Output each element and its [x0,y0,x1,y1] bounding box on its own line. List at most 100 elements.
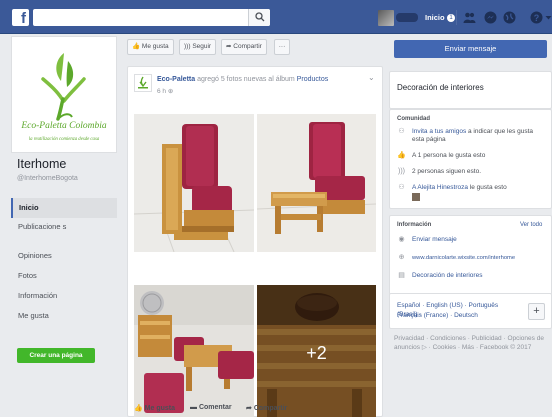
post-like-label: Me gusta [144,405,176,412]
globe-notifications-icon[interactable] [503,11,516,24]
post-like-button[interactable]: 👍 Me gusta [134,404,175,412]
see-all-link[interactable]: Ver todo [520,222,542,228]
post-author-avatar[interactable] [134,74,152,92]
post-comment-label: Comentar [198,404,232,411]
search-input[interactable] [33,9,270,26]
friend-likes-text: le gusta esto [468,184,507,191]
account-menu-icon[interactable] [545,11,552,24]
thumb-icon: 👍 [397,152,406,159]
post-timestamp[interactable]: 6 h ⊕ [157,87,173,95]
create-page-button[interactable]: Crear una página [17,348,95,363]
left-column: Eco-Paletta Colombia la reutilización co… [11,36,117,417]
more-photos-count: +2 [306,343,327,363]
community-row-invite: ⚇ Invita a tus amigos a indicar que les … [397,128,547,146]
thumb-icon: 👍 [134,405,143,412]
page-handle[interactable]: @InterhomeBogota [17,175,78,182]
invite-icon: ⚇ [398,128,405,135]
info-send-message-link[interactable]: Enviar mensaje [412,236,547,244]
timeline-column: 👍 Me gusta ))) Seguir ➦ Compartir ··· Ec… [123,36,383,417]
right-column: Enviar mensaje Decoración de interiores … [389,36,552,417]
category-link[interactable]: Decoración de interiores [412,272,547,280]
category-card: Decoración de interiores [389,71,552,109]
like-label: Me gusta [141,43,169,50]
send-message-button[interactable]: Enviar mensaje [394,40,547,58]
likes-count-text[interactable]: A 1 persona le gusta esto [412,152,547,160]
post-actions-bar: 👍 Me gusta ▬ Comentar ➦ Compartir [134,404,378,416]
tag-icon: ▤ [398,272,405,279]
more-button[interactable]: ··· [274,39,290,55]
globe-icon: ⊕ [398,254,405,261]
community-row-friend: ⚇ A Alejita Hinestroza le gusta esto [397,184,547,202]
post-card: Eco-Paletta agregó 5 fotos nuevas al álb… [127,66,383,417]
post-options-chevron-icon[interactable]: ⌄ [368,73,375,82]
post-header-text: Eco-Paletta agregó 5 fotos nuevas al álb… [157,75,372,84]
nav-item-inicio[interactable]: Inicio [11,198,117,218]
home-link[interactable]: Inicio [425,13,445,22]
post-author-link[interactable]: Eco-Paletta [157,76,195,83]
more-photos-overlay[interactable]: +2 [257,285,376,417]
comment-icon: ▬ [190,404,197,411]
friends-icon: ⚇ [398,184,405,191]
album-link[interactable]: Productos [297,76,329,83]
rss-icon: ))) [184,43,191,50]
user-name[interactable] [396,13,418,22]
friend-requests-icon[interactable] [463,11,476,24]
community-card: Comunidad ⚇ Invita a tus amigos a indica… [389,109,552,209]
messages-icon[interactable] [484,11,497,24]
rss-icon: ))) [398,168,405,175]
help-icon[interactable]: ? [530,11,543,24]
invite-friends-link[interactable]: Invita a tus amigos [412,128,466,135]
search-icon [255,12,265,22]
friend-avatar[interactable] [412,193,420,201]
eco-paletta-avatar-logo [138,76,148,89]
post-comment-button[interactable]: ▬ Comentar [190,404,232,411]
search-button[interactable] [248,9,270,26]
home-count-badge: 1 [447,14,455,22]
follow-button[interactable]: ))) Seguir [179,39,217,55]
page-category: Decoración de interiores [397,83,484,92]
table-cushions-photo [134,285,254,417]
page-action-bar: 👍 Me gusta ))) Seguir ➦ Compartir ··· [127,36,383,58]
share-icon: ➦ [246,405,252,412]
post-share-button[interactable]: ➦ Compartir [246,404,287,412]
language-links-line-2[interactable]: Français (France) · Deutsch [397,311,517,320]
thumb-icon: 👍 [132,43,141,50]
logo-tagline: la reutilización comienza desde casa [28,137,100,142]
post-photo-3[interactable] [134,285,254,417]
post-share-label: Compartir [253,405,288,412]
logo-title: Eco-Paletta Colombia [21,121,107,131]
page-navigation: Inicio Publicacione s Opiniones Fotos In… [11,198,117,326]
nav-item-informacion[interactable]: Información [11,286,117,306]
followers-count-text[interactable]: 2 personas siguen esto. [412,168,547,176]
post-photo-4[interactable]: +2 [257,285,376,417]
globe-icon: ⊕ [167,88,174,95]
svg-text:?: ? [534,13,540,23]
follow-label: Seguir [192,43,212,50]
page-profile-picture[interactable]: Eco-Paletta Colombia la reutilización co… [11,36,117,153]
add-language-button[interactable]: + [528,303,545,320]
chair-photo [134,114,254,252]
page-title: Iterhome [17,157,67,171]
share-page-button[interactable]: ➦ Compartir [221,39,267,55]
info-heading: Información [397,222,432,228]
post-action-text: agregó 5 fotos nuevas al álbum [197,76,295,83]
nav-item-publicaciones[interactable]: Publicacione s [11,218,67,246]
divider [456,10,457,25]
share-icon: ➦ [226,43,232,50]
chair-table-photo [257,114,376,252]
nav-item-opiniones[interactable]: Opiniones [11,246,117,266]
share-label: Compartir [233,43,262,50]
footer-links[interactable]: Privacidad · Condiciones · Publicidad · … [394,334,544,352]
nav-item-fotos[interactable]: Fotos [11,266,117,286]
like-page-button[interactable]: 👍 Me gusta [127,39,174,55]
facebook-logo[interactable]: f [12,9,29,26]
post-photo-2[interactable] [257,114,376,252]
user-avatar[interactable] [378,10,394,26]
language-card: Español · English (US) · Português (Bras… [389,293,552,329]
post-photo-1[interactable] [134,114,254,252]
top-navigation-bar: f Inicio 1 ? [0,0,552,34]
website-link[interactable]: www.darnicolarte.wixsite.com/interhome [412,254,547,262]
friend-link[interactable]: A Alejita Hinestroza [412,184,468,191]
post-time-text: 6 h [157,88,167,95]
nav-item-me-gusta[interactable]: Me gusta [11,306,117,326]
